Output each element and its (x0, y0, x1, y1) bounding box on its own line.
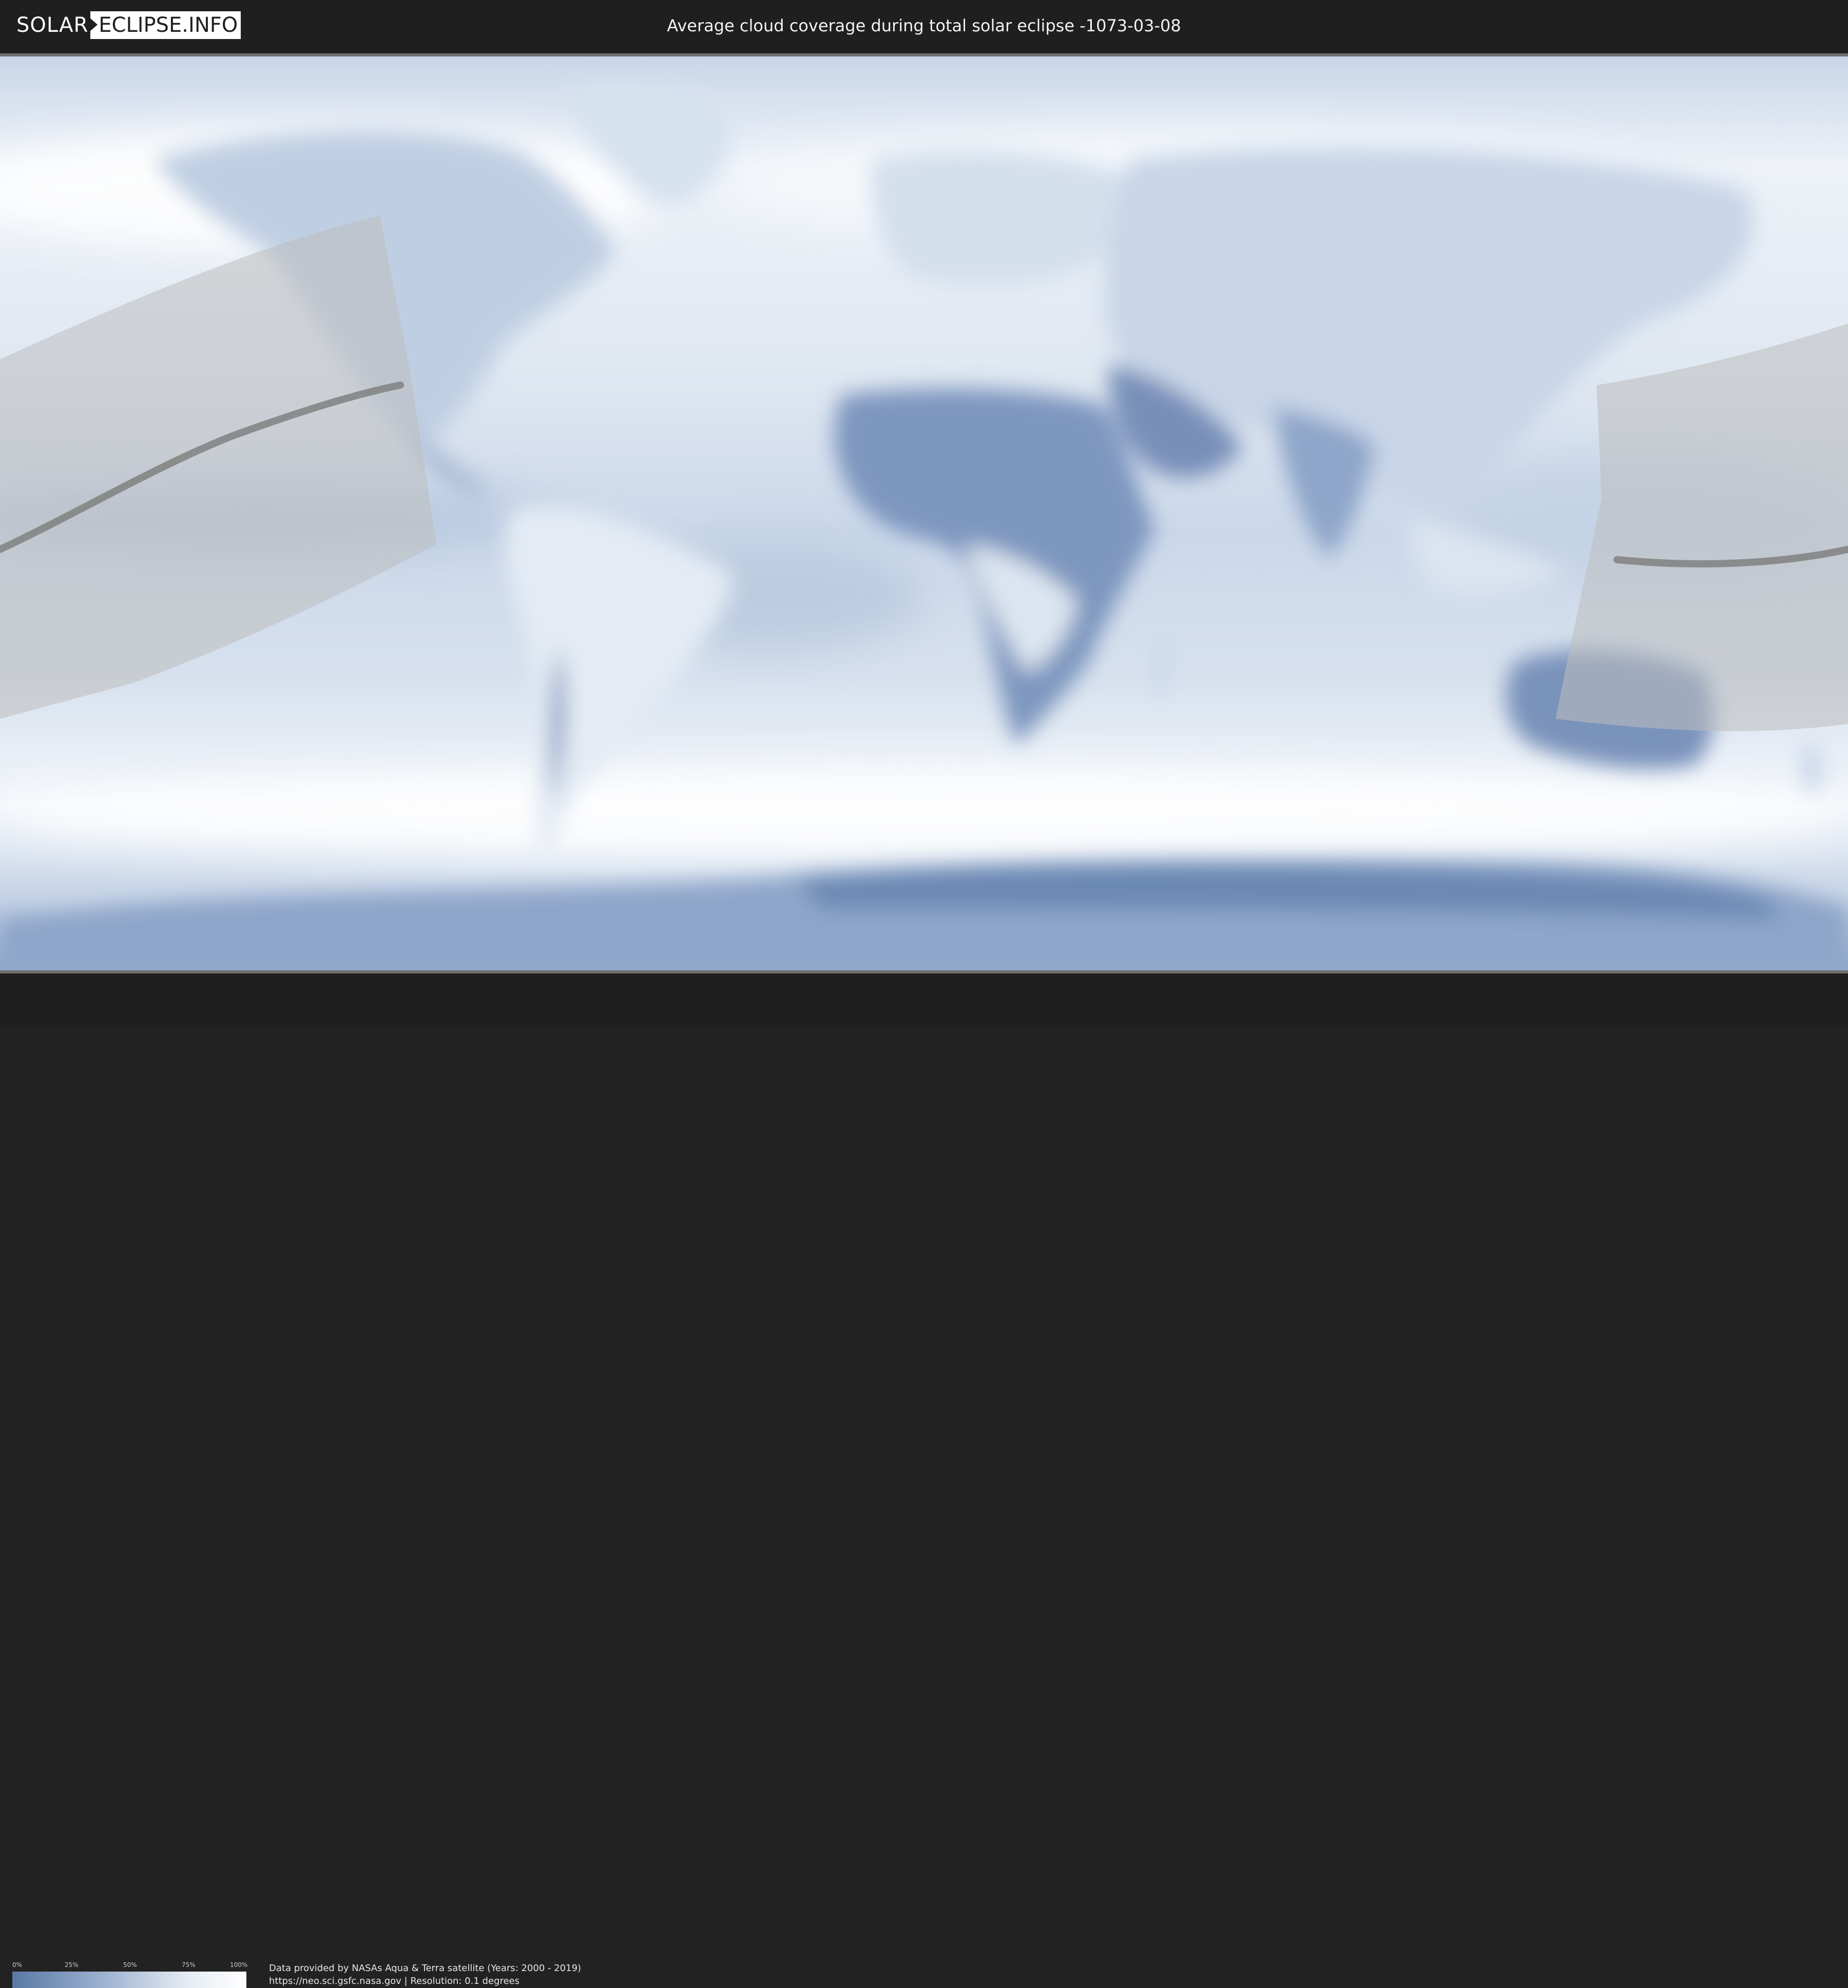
scale-tick-25: 25% (65, 1961, 79, 1968)
data-credit-text: Data provided by NASAs Aqua & Terra sate… (269, 1963, 582, 1974)
scale-tick-75: 75% (182, 1961, 196, 1968)
footer-bar: 0% 25% 50% 75% 100% Data provided by NAS… (0, 973, 1848, 1988)
scale-tick-50: 50% (123, 1961, 137, 1968)
scale-tick-0: 0% (12, 1961, 23, 1968)
header-bar: SOLAR ECLIPSE.INFO Average cloud coverag… (0, 0, 1848, 51)
scale-tick-100: 100% (230, 1961, 248, 1968)
cloud-coverage-map (0, 56, 1848, 970)
cloud-coverage-scale-bar (12, 1972, 246, 1988)
data-source-text: https://neo.sci.gsfc.nasa.gov | Resoluti… (269, 1976, 519, 1986)
page-title: Average cloud coverage during total sola… (667, 16, 1181, 35)
